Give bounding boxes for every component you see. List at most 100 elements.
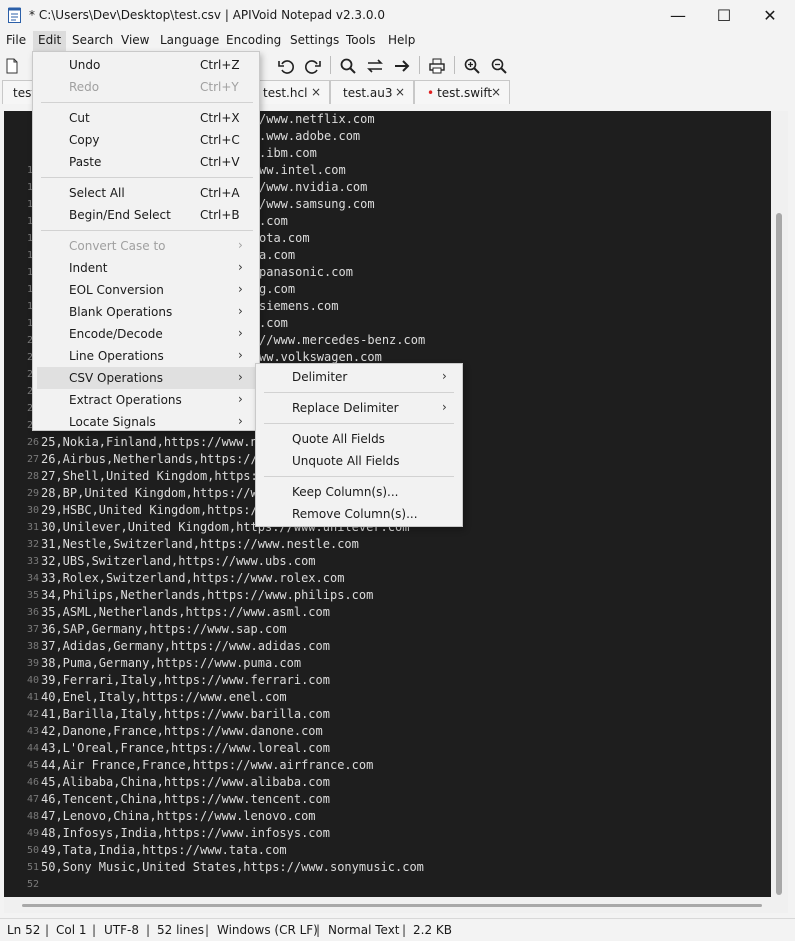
- zoom-out-button[interactable]: [488, 55, 510, 77]
- vertical-scroll-thumb[interactable]: [776, 213, 782, 895]
- menu-bar: File Edit Search View Language Encoding …: [0, 31, 795, 51]
- code-line[interactable]: 40,Enel,Italy,https://www.enel.com: [41, 689, 287, 706]
- menu-tools[interactable]: Tools: [346, 33, 376, 47]
- code-line[interactable]: 31,Nestle,Switzerland,https://www.nestle…: [41, 536, 359, 553]
- csv-menu-item-quote-all-fields[interactable]: Quote All Fields: [258, 428, 460, 450]
- code-line[interactable]: 32,UBS,Switzerland,https://www.ubs.com: [41, 553, 316, 570]
- menu-language[interactable]: Language: [160, 33, 219, 47]
- minimize-button[interactable]: —: [655, 0, 701, 31]
- csv-menu-item-remove-column-s[interactable]: Remove Column(s)...: [258, 503, 460, 525]
- print-icon: [429, 58, 445, 74]
- code-line[interactable]: ota.com: [259, 230, 310, 247]
- code-line[interactable]: siemens.com: [259, 298, 338, 315]
- code-line[interactable]: /www.netflix.com: [259, 111, 375, 128]
- csv-menu-item-delimiter[interactable]: Delimiter ›: [258, 366, 460, 388]
- close-button[interactable]: ✕: [747, 0, 793, 31]
- menu-item-copy[interactable]: Copy Ctrl+C: [37, 129, 255, 151]
- code-line[interactable]: .com: [259, 213, 288, 230]
- menu-edit[interactable]: Edit: [33, 31, 67, 51]
- csv-operations-submenu: Delimiter › Replace Delimiter › Quote All Fi…: [255, 363, 463, 527]
- menu-item-paste[interactable]: Paste Ctrl+V: [37, 151, 255, 173]
- menu-item-undo[interactable]: Undo Ctrl+Z: [37, 54, 255, 76]
- menu-item-blank-operations[interactable]: Blank Operations ›: [37, 301, 255, 323]
- close-tab-icon[interactable]: ×: [395, 85, 405, 99]
- menu-item-encode-decode[interactable]: Encode/Decode ›: [37, 323, 255, 345]
- menu-item-eol-conversion[interactable]: EOL Conversion ›: [37, 279, 255, 301]
- code-line[interactable]: g.com: [259, 281, 295, 298]
- code-line[interactable]: 33,Rolex,Switzerland,https://www.rolex.c…: [41, 570, 344, 587]
- code-line[interactable]: 48,Infosys,India,https://www.infosys.com: [41, 825, 330, 842]
- redo-button[interactable]: [302, 55, 324, 77]
- code-line[interactable]: 43,L'Oreal,France,https://www.loreal.com: [41, 740, 330, 757]
- code-line[interactable]: 46,Tencent,China,https://www.tencent.com: [41, 791, 330, 808]
- menu-item-indent[interactable]: Indent ›: [37, 257, 255, 279]
- code-line[interactable]: .com: [259, 315, 288, 332]
- line-number: 47: [26, 794, 39, 805]
- menu-item-line-operations[interactable]: Line Operations ›: [37, 345, 255, 367]
- tab-test-hcl[interactable]: test.hcl ×: [250, 80, 330, 104]
- menu-encoding[interactable]: Encoding: [226, 33, 281, 47]
- horizontal-scroll-thumb[interactable]: [22, 904, 762, 907]
- replace-button[interactable]: [364, 55, 386, 77]
- csv-menu-item-keep-column-s[interactable]: Keep Column(s)...: [258, 481, 460, 503]
- menu-settings[interactable]: Settings: [290, 33, 339, 47]
- code-line[interactable]: .ibm.com: [259, 145, 317, 162]
- goto-button[interactable]: [391, 55, 413, 77]
- undo-button[interactable]: [275, 55, 297, 77]
- new-file-button[interactable]: [1, 55, 23, 77]
- status-encoding[interactable]: UTF-8: [104, 923, 139, 937]
- menu-separator: [264, 423, 454, 424]
- code-line[interactable]: 38,Puma,Germany,https://www.puma.com: [41, 655, 301, 672]
- code-line[interactable]: 44,Air France,France,https://www.airfran…: [41, 757, 373, 774]
- menu-file[interactable]: File: [6, 33, 26, 47]
- csv-menu-item-replace-delimiter[interactable]: Replace Delimiter ›: [258, 397, 460, 419]
- submenu-arrow-icon: ›: [238, 238, 243, 252]
- code-line[interactable]: .www.adobe.com: [259, 128, 360, 145]
- find-button[interactable]: [337, 55, 359, 77]
- code-line[interactable]: 35,ASML,Netherlands,https://www.asml.com: [41, 604, 330, 621]
- status-language[interactable]: Normal Text: [328, 923, 400, 937]
- menu-search[interactable]: Search: [72, 33, 113, 47]
- code-line[interactable]: 45,Alibaba,China,https://www.alibaba.com: [41, 774, 330, 791]
- menu-item-extract-operations[interactable]: Extract Operations ›: [37, 389, 255, 411]
- code-line[interactable]: 47,Lenovo,China,https://www.lenovo.com: [41, 808, 316, 825]
- maximize-button[interactable]: ☐: [701, 0, 747, 31]
- close-tab-icon[interactable]: ×: [491, 85, 501, 99]
- status-line: Ln 52: [7, 923, 41, 937]
- csv-menu-item-unquote-all-fields[interactable]: Unquote All Fields: [258, 450, 460, 472]
- menu-item-begin-end-select[interactable]: Begin/End Select Ctrl+B: [37, 204, 255, 226]
- code-line[interactable]: //www.mercedes-benz.com: [259, 332, 425, 349]
- menu-view[interactable]: View: [121, 33, 149, 47]
- menu-item-select-all[interactable]: Select All Ctrl+A: [37, 182, 255, 204]
- menu-item-cut[interactable]: Cut Ctrl+X: [37, 107, 255, 129]
- code-line[interactable]: panasonic.com: [259, 264, 353, 281]
- zoom-in-button[interactable]: [461, 55, 483, 77]
- tab-test-au3[interactable]: test.au3 ×: [330, 80, 414, 104]
- code-line[interactable]: 50,Sony Music,United States,https://www.…: [41, 859, 424, 876]
- menu-help[interactable]: Help: [388, 33, 415, 47]
- code-line[interactable]: 34,Philips,Netherlands,https://www.phili…: [41, 587, 373, 604]
- print-button[interactable]: [426, 55, 448, 77]
- vertical-scrollbar[interactable]: [771, 111, 788, 897]
- tab-label: test.hcl: [263, 86, 308, 100]
- code-line[interactable]: ww.intel.com: [259, 162, 346, 179]
- menu-item-locate-signals[interactable]: Locate Signals ›: [37, 411, 255, 433]
- code-line[interactable]: /www.samsung.com: [259, 196, 375, 213]
- close-icon: ✕: [763, 6, 777, 25]
- tab-label: • test.swift: [427, 86, 492, 100]
- code-line[interactable]: a.com: [259, 247, 295, 264]
- horizontal-scrollbar[interactable]: [4, 897, 788, 913]
- code-line[interactable]: /www.nvidia.com: [259, 179, 367, 196]
- code-line[interactable]: 36,SAP,Germany,https://www.sap.com: [41, 621, 287, 638]
- tab-test-swift[interactable]: • test.swift ×: [414, 80, 510, 104]
- menu-item-label: Encode/Decode: [69, 327, 163, 341]
- code-line[interactable]: 39,Ferrari,Italy,https://www.ferrari.com: [41, 672, 330, 689]
- status-eol[interactable]: Windows (CR LF): [217, 923, 318, 937]
- code-line[interactable]: 42,Danone,France,https://www.danone.com: [41, 723, 323, 740]
- close-tab-icon[interactable]: ×: [311, 85, 321, 99]
- line-number: 34: [26, 573, 39, 584]
- menu-item-csv-operations[interactable]: CSV Operations ›: [37, 367, 255, 389]
- code-line[interactable]: 37,Adidas,Germany,https://www.adidas.com: [41, 638, 330, 655]
- code-line[interactable]: 49,Tata,India,https://www.tata.com: [41, 842, 287, 859]
- code-line[interactable]: 41,Barilla,Italy,https://www.barilla.com: [41, 706, 330, 723]
